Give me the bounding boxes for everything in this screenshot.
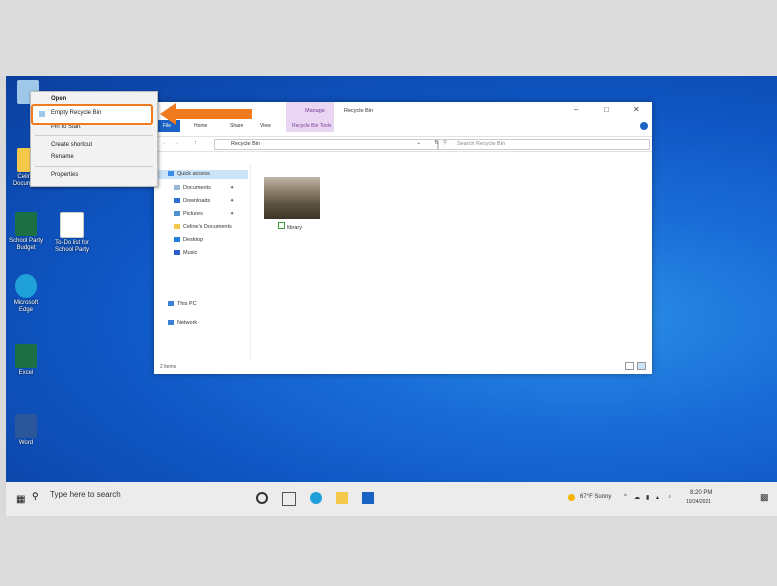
nav-music[interactable]: Music — [174, 249, 197, 258]
up-icon[interactable]: ↑ — [194, 140, 197, 146]
edge-icon — [15, 274, 37, 298]
nav-documents[interactable]: Documents — [174, 184, 211, 193]
mail-taskbar-icon[interactable] — [362, 492, 374, 504]
large-icons-view-icon[interactable] — [637, 362, 646, 370]
menu-item-label: Empty Recycle Bin — [51, 110, 102, 116]
chevron-down-icon[interactable]: ⌄ — [416, 140, 421, 146]
desktop-icon-label: Microsoft Edge — [13, 300, 39, 313]
folder-icon — [174, 224, 180, 230]
edge-taskbar-icon[interactable] — [310, 492, 322, 504]
pin-icon: ✷ — [230, 185, 235, 191]
network-tray-icon[interactable]: ▴ — [656, 494, 659, 501]
clock-date[interactable]: 10/24/2021 — [686, 499, 711, 505]
menu-item-open[interactable]: Open — [51, 94, 66, 104]
star-icon — [168, 171, 174, 177]
task-view-icon[interactable] — [282, 492, 296, 506]
excel-desktop-icon[interactable]: Excel — [6, 344, 46, 377]
library-thumbnail[interactable] — [264, 177, 320, 219]
pointer-arrow-icon — [160, 103, 252, 125]
battery-icon[interactable]: ▮ — [646, 494, 649, 501]
maximize-icon[interactable]: □ — [604, 105, 609, 114]
pin-icon: ✷ — [230, 211, 235, 217]
address-field[interactable]: Recycle Bin ⌄ ↻ — [214, 139, 439, 150]
manage-tab[interactable]: Manage — [305, 108, 325, 114]
tab-recycle-bin-tools[interactable]: Recycle Bin Tools — [292, 123, 331, 129]
recycle-bin-small-icon — [39, 111, 45, 117]
nav-quick-access[interactable]: Quick access — [154, 170, 248, 179]
edge-desktop-icon[interactable]: Microsoft Edge — [6, 274, 46, 314]
weather-text[interactable]: 67°F Sunny — [580, 494, 611, 500]
nav-this-pc[interactable]: This PC — [168, 300, 197, 309]
excel-icon — [15, 344, 37, 368]
details-view-icon[interactable] — [625, 362, 634, 370]
word-icon — [15, 414, 37, 438]
back-icon[interactable]: ← — [162, 140, 168, 146]
pictures-icon — [174, 211, 180, 217]
todo-list-desktop-icon[interactable]: To-Do list for School Party — [52, 212, 92, 254]
taskbar: ▦ ⚲ Type here to search 67°F Sunny ^ ☁ ▮… — [6, 482, 777, 516]
download-icon — [174, 198, 180, 204]
top-border — [0, 0, 777, 76]
file-explorer-window: Manage Recycle Bin – □ ✕ File Home Share… — [154, 102, 652, 374]
nav-downloads[interactable]: Downloads — [174, 197, 210, 206]
menu-item-create-shortcut[interactable]: Create shortcut — [51, 140, 92, 150]
cortana-icon[interactable] — [256, 492, 268, 504]
bottom-border — [0, 516, 777, 586]
nav-pictures[interactable]: Pictures — [174, 210, 203, 219]
windows-start-icon[interactable]: ▦ — [16, 494, 25, 505]
minimize-icon[interactable]: – — [574, 105, 578, 114]
word-file-icon — [60, 212, 84, 238]
search-icon: ⚲ — [32, 491, 39, 501]
volume-icon[interactable]: ♪ — [668, 494, 671, 500]
menu-separator — [35, 166, 153, 167]
forward-icon[interactable]: → — [174, 140, 180, 146]
nav-network[interactable]: Network — [168, 319, 197, 328]
pin-icon: ✷ — [230, 198, 235, 204]
search-icon: ⚲ — [443, 140, 448, 146]
tab-view[interactable]: View — [260, 123, 271, 129]
file-label[interactable]: library — [278, 222, 302, 231]
desktop-icon-label: Word — [18, 440, 34, 446]
pane-divider — [250, 164, 251, 360]
desktop-icon-label: Excel — [18, 370, 34, 376]
help-icon[interactable] — [640, 122, 648, 130]
menu-item-rename[interactable]: Rename — [51, 152, 74, 162]
nav-desktop[interactable]: Desktop — [174, 236, 203, 245]
status-bar: 2 items — [160, 364, 177, 370]
menu-separator — [35, 135, 153, 136]
desktop-icon — [174, 237, 180, 243]
documents-icon — [174, 185, 180, 191]
menu-item-properties[interactable]: Properties — [51, 170, 78, 180]
clock-time[interactable]: 8:20 PM — [690, 490, 712, 496]
tray-chevron-icon[interactable]: ^ — [624, 494, 627, 500]
navigation-pane: Quick access Documents ✷ Downloads ✷ Pic… — [154, 164, 250, 370]
taskbar-search[interactable]: Type here to search — [50, 490, 121, 499]
nav-celines-documents[interactable]: Celine's Documents — [174, 223, 232, 232]
search-input[interactable]: ⚲ Search Recycle Bin — [438, 139, 650, 150]
computer-icon — [168, 301, 174, 307]
music-icon — [174, 250, 180, 256]
close-icon[interactable]: ✕ — [633, 105, 640, 114]
network-icon — [168, 320, 174, 326]
onedrive-icon[interactable]: ☁ — [634, 494, 640, 501]
desktop-icon-label: To-Do list for School Party — [54, 240, 90, 253]
notifications-icon[interactable]: ▩ — [760, 492, 769, 503]
word-desktop-icon[interactable]: Word — [6, 414, 46, 447]
window-title: Recycle Bin — [344, 108, 374, 114]
menu-item-empty-recycle-bin[interactable]: Empty Recycle Bin — [31, 104, 153, 125]
school-party-budget-desktop-icon[interactable]: School Party Budget — [6, 212, 46, 252]
excel-file-icon — [15, 212, 37, 236]
checkbox-icon — [278, 222, 285, 229]
file-explorer-taskbar-icon[interactable] — [336, 492, 348, 504]
address-text: Recycle Bin — [231, 141, 261, 147]
address-bar: ← → ↑ Recycle Bin ⌄ ↻ ⚲ Search Recycle B… — [154, 136, 652, 152]
search-placeholder: Search Recycle Bin — [457, 141, 505, 147]
weather-icon — [568, 494, 575, 501]
desktop-icon-label: School Party Budget — [8, 238, 44, 251]
